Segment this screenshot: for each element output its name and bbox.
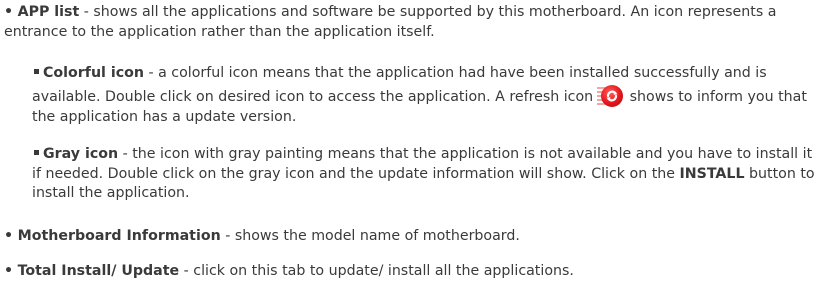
motherboard-information-paragraph: • Motherboard Information - shows the mo…	[4, 227, 819, 247]
total-install-update-paragraph: • Total Install/ Update - click on this …	[4, 262, 819, 282]
app-list-description: - shows all the applications and softwar…	[4, 4, 777, 40]
motherboard-information-term: Motherboard Information	[17, 228, 221, 244]
motherboard-information-description: - shows the model name of motherboard.	[220, 228, 520, 244]
refresh-icon	[597, 84, 624, 108]
app-list-paragraph: • APP list - shows all the applications …	[4, 3, 819, 42]
bullet: •	[4, 228, 14, 244]
bullet: •	[4, 263, 14, 279]
total-install-update-term: Total Install/ Update	[17, 263, 180, 279]
total-install-update-description: - click on this tab to update/ install a…	[179, 263, 574, 279]
colorful-icon-paragraph: Colorful icon - a colorful icon means th…	[32, 64, 822, 127]
bullet: •	[4, 4, 14, 20]
colorful-icon-term: Colorful icon	[43, 65, 144, 81]
gray-icon-paragraph: Gray icon - the icon with gray painting …	[32, 145, 822, 204]
install-button-name: INSTALL	[679, 165, 745, 182]
square-bullet	[34, 150, 39, 155]
square-bullet	[34, 69, 39, 74]
gray-icon-term: Gray icon	[43, 146, 119, 162]
app-list-term: APP list	[17, 4, 80, 20]
